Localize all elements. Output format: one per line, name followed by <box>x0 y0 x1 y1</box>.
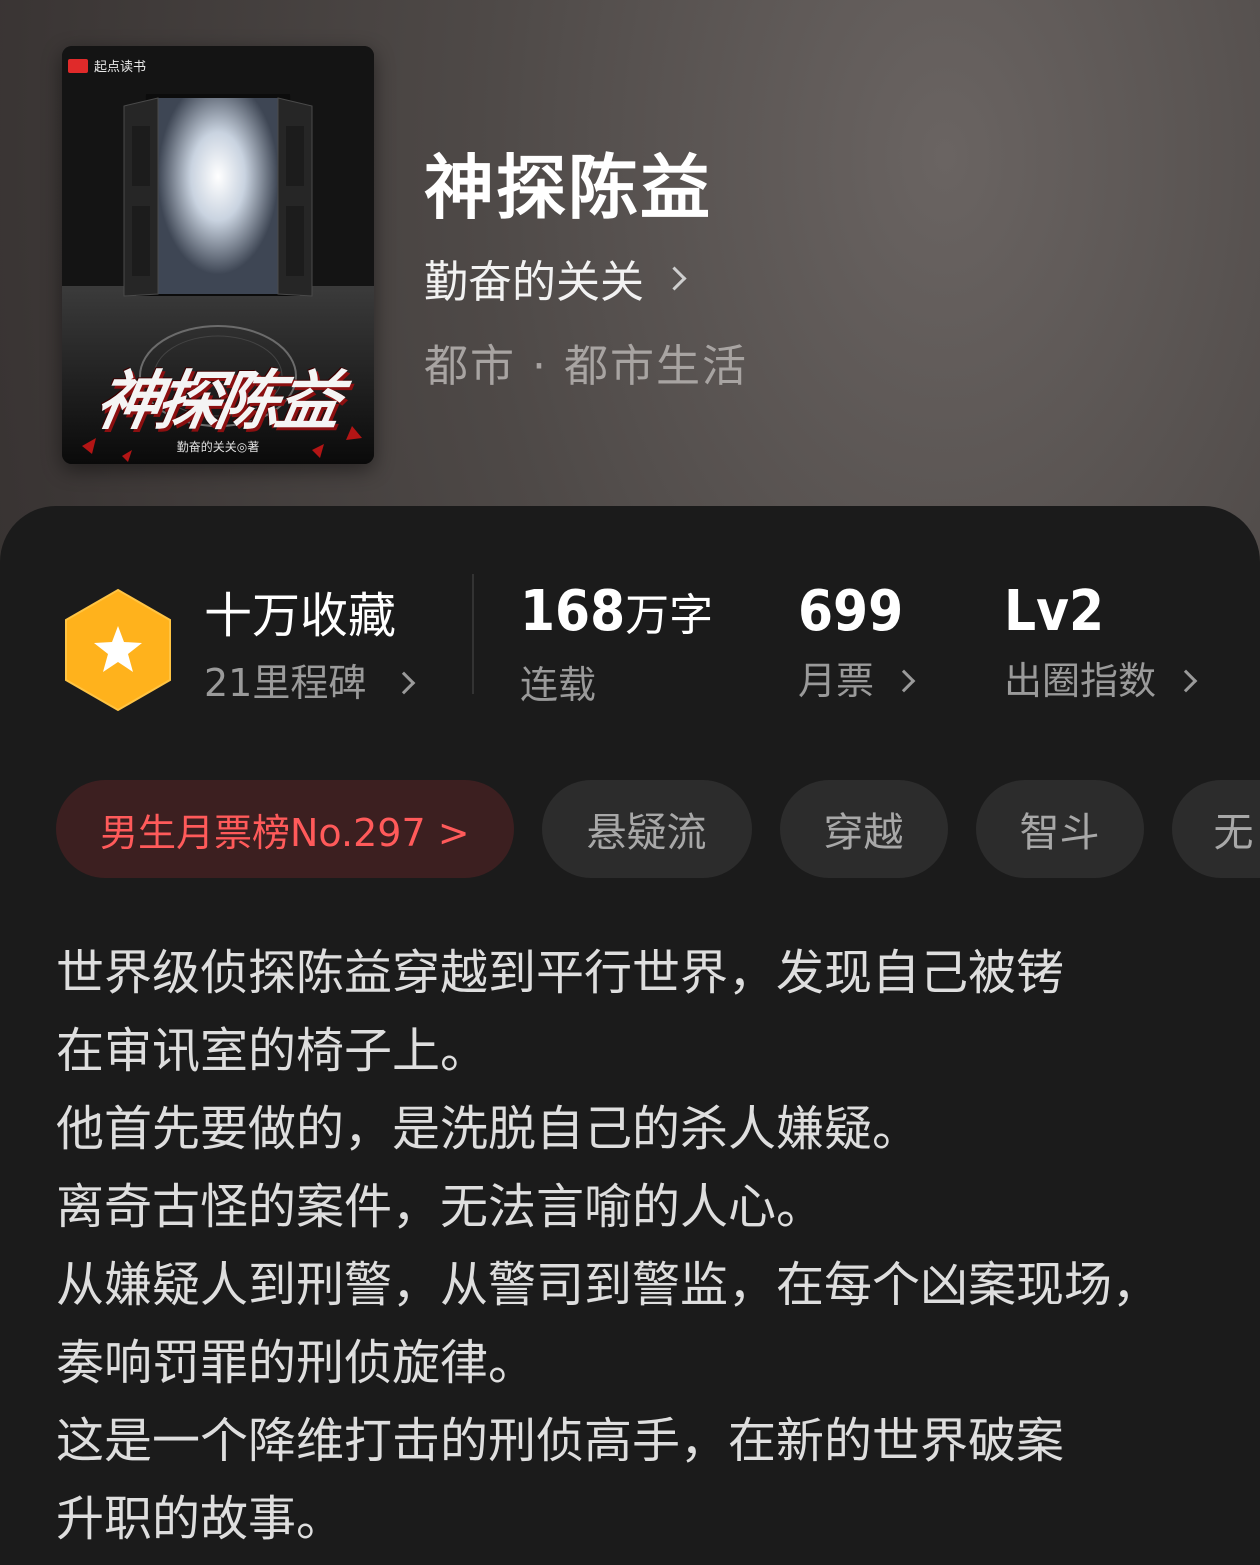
tag-suspense[interactable]: 悬疑流 <box>541 780 752 878</box>
collect-stat[interactable]: 十万收藏 21里程碑 <box>204 586 416 708</box>
description-line: 升职的故事。 <box>56 1491 345 1547</box>
word-count-unit: 万字 <box>625 590 714 641</box>
monthly-votes-stat[interactable]: 699 月票 <box>798 579 916 706</box>
author-link[interactable]: 勤奋的关关 <box>424 246 687 310</box>
book-cover[interactable]: 起点读书 神探陈益 勤奋的关关◎著 <box>62 46 374 464</box>
star-badge-icon <box>65 588 171 712</box>
word-count-stat: 168万字 连载 <box>520 580 713 710</box>
brand-logo-icon <box>68 58 88 73</box>
popularity-level: Lv2 <box>1004 579 1104 644</box>
cover-author-art: 勤奋的关关◎著 <box>176 440 260 454</box>
cover-brand-text: 起点读书 <box>94 60 147 75</box>
collect-count: 十万收藏 <box>204 588 397 644</box>
monthly-votes-label: 月票 <box>798 659 875 703</box>
stats-divider <box>472 574 474 694</box>
popularity-label: 出圈指数 <box>1004 659 1157 703</box>
cover-brand: 起点读书 <box>68 56 146 75</box>
tag-row: 男生月票榜No.297 > 悬疑流 穿越 智斗 无 <box>56 780 1260 878</box>
chevron-right-icon <box>662 265 687 291</box>
book-detail-page: 起点读书 神探陈益 勤奋的关关◎著 神探陈益 勤奋的关关 都市 · 都市生活 十… <box>0 0 1260 1565</box>
tag-truncated[interactable]: 无 <box>1171 780 1260 878</box>
chevron-right-icon <box>393 671 416 695</box>
tag-time-travel[interactable]: 穿越 <box>779 780 948 878</box>
description-line: 从嫌疑人到刑警，从警司到警监，在每个凶案现场， <box>56 1257 1161 1313</box>
book-category: 都市 · 都市生活 <box>424 341 748 392</box>
detail-panel: 十万收藏 21里程碑 168万字 连载 699 月票 Lv2 出圈指数 男生月票… <box>0 506 1260 1565</box>
description-line: 在审讯室的椅子上。 <box>56 1023 489 1079</box>
milestone-label: 21里程碑 <box>204 661 367 705</box>
monthly-votes-number: 699 <box>798 579 904 644</box>
description-line: 奏响罚罪的刑侦旋律。 <box>56 1335 537 1391</box>
serial-status: 连载 <box>520 663 597 707</box>
chevron-right-icon <box>892 669 916 693</box>
author-name: 勤奋的关关 <box>424 257 644 308</box>
monthly-rank-tag[interactable]: 男生月票榜No.297 > <box>56 780 514 878</box>
book-description: 世界级侦探陈益穿越到平行世界，发现自己被铐 在审讯室的椅子上。 他首先要做的，是… <box>56 934 1216 1558</box>
word-count-number: 168 <box>520 579 626 644</box>
tag-wits[interactable]: 智斗 <box>975 780 1144 878</box>
popularity-index-stat[interactable]: Lv2 出圈指数 <box>1004 579 1198 706</box>
description-line: 世界级侦探陈益穿越到平行世界，发现自己被铐 <box>56 945 1065 1001</box>
milestone-link[interactable]: 21里程碑 <box>204 658 416 708</box>
stats-row: 十万收藏 21里程碑 168万字 连载 699 月票 Lv2 出圈指数 <box>0 506 1260 736</box>
chevron-right-icon <box>1174 669 1198 693</box>
description-line: 这是一个降维打击的刑侦高手，在新的世界破案 <box>56 1413 1065 1469</box>
description-line: 他首先要做的，是洗脱自己的杀人嫌疑。 <box>56 1101 921 1157</box>
book-title: 神探陈益 <box>424 146 712 229</box>
cover-title-art: 神探陈益 <box>90 364 344 439</box>
description-line: 离奇古怪的案件，无法言喻的人心。 <box>56 1179 825 1235</box>
